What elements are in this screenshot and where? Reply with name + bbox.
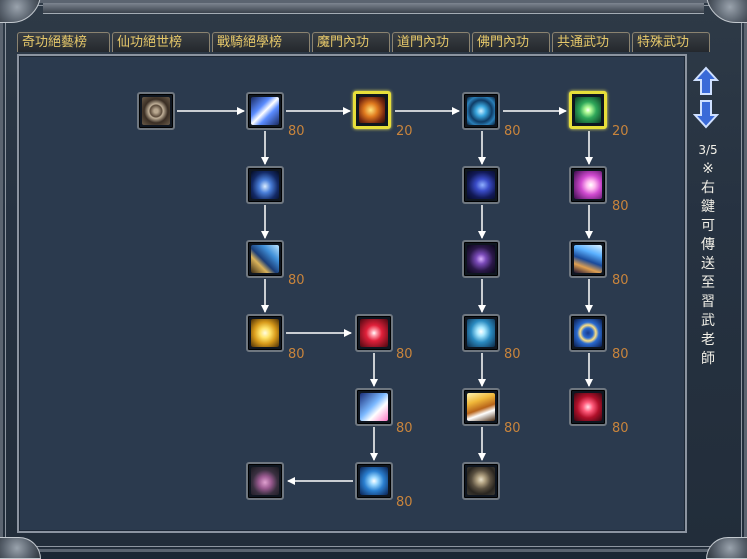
skill-level: 20 <box>396 124 413 139</box>
skill-level: 80 <box>288 273 305 288</box>
tab-xiangong[interactable]: 仙功絕世榜 <box>112 32 210 52</box>
tab-fomen[interactable]: 佛門內功 <box>472 32 550 52</box>
skill-node[interactable] <box>462 92 500 130</box>
skill-node[interactable] <box>569 240 607 278</box>
pink-orb-icon <box>574 171 602 199</box>
purple-tentacle-icon <box>467 245 495 273</box>
lotus-icon <box>251 467 279 495</box>
red-shield-icon <box>574 393 602 421</box>
skill-node[interactable] <box>137 92 175 130</box>
skill-level: 20 <box>612 124 629 139</box>
skill-node[interactable] <box>246 462 284 500</box>
skill-node[interactable] <box>462 314 500 352</box>
skill-node[interactable] <box>246 240 284 278</box>
skill-level: 80 <box>396 347 413 362</box>
tab-bar: 奇功絕藝榜 仙功絕世榜 戰騎絕學榜 魔門內功 道門內功 佛門內功 共通武功 特殊… <box>17 32 710 54</box>
skill-node[interactable] <box>355 388 393 426</box>
frame-corner-ornament <box>0 537 41 559</box>
frame-top-bar <box>43 3 704 14</box>
skill-level: 80 <box>504 124 521 139</box>
skill-node[interactable] <box>355 314 393 352</box>
skill-node[interactable] <box>355 462 393 500</box>
tab-teshu[interactable]: 特殊武功 <box>632 32 710 52</box>
ice-crown-icon <box>467 319 495 347</box>
page-indicator: 3/5 <box>698 143 718 157</box>
skill-node[interactable] <box>462 388 500 426</box>
skill-node[interactable] <box>353 91 391 129</box>
gold-swirl-icon <box>359 97 385 123</box>
golden-cross-icon <box>251 319 279 347</box>
skill-level: 80 <box>504 421 521 436</box>
blue-vortex-icon <box>467 97 495 125</box>
teleport-hint: ※右鍵可傳送至習武老師 <box>701 161 715 367</box>
blue-hexagram-icon <box>360 467 388 495</box>
golden-wind-icon <box>467 393 495 421</box>
skill-level: 80 <box>288 124 305 139</box>
skill-node[interactable] <box>569 314 607 352</box>
frame-corner-ornament <box>706 0 747 23</box>
skill-node[interactable] <box>246 314 284 352</box>
comet-strike-icon <box>360 393 388 421</box>
blue-spikes-icon <box>251 171 279 199</box>
skill-node[interactable] <box>462 462 500 500</box>
skill-node[interactable] <box>246 92 284 130</box>
green-star-burst-icon <box>575 97 601 123</box>
skill-node[interactable] <box>246 166 284 204</box>
gold-ring-icon <box>574 319 602 347</box>
skill-level: 80 <box>396 495 413 510</box>
tab-daomen[interactable]: 道門內功 <box>392 32 470 52</box>
red-burst-icon <box>360 319 388 347</box>
skill-level: 80 <box>288 347 305 362</box>
tab-gongtong[interactable]: 共通武功 <box>552 32 630 52</box>
tab-zhanqi[interactable]: 戰騎絕學榜 <box>212 32 310 52</box>
skill-node[interactable] <box>569 388 607 426</box>
scroll-down-arrow-icon[interactable] <box>693 99 719 129</box>
gear-wheel-icon <box>142 97 170 125</box>
skill-node[interactable] <box>569 91 607 129</box>
frame-corner-ornament <box>706 537 747 559</box>
skill-level: 80 <box>396 421 413 436</box>
skill-node[interactable] <box>462 166 500 204</box>
scroll-up-arrow-icon[interactable] <box>693 66 719 96</box>
tab-momen[interactable]: 魔門內功 <box>312 32 390 52</box>
skill-level: 80 <box>612 421 629 436</box>
chain-strike-icon <box>251 245 279 273</box>
skill-level: 80 <box>612 273 629 288</box>
meditating-monk-icon <box>467 467 495 495</box>
tab-qigong[interactable]: 奇功絕藝榜 <box>17 32 110 52</box>
skill-level: 80 <box>504 347 521 362</box>
blue-slash-icon <box>251 97 279 125</box>
blue-tornado-icon <box>574 245 602 273</box>
skill-node[interactable] <box>569 166 607 204</box>
skill-node[interactable] <box>462 240 500 278</box>
frame-corner-ornament <box>0 0 41 23</box>
skill-level: 80 <box>612 347 629 362</box>
blue-wave-icon <box>467 171 495 199</box>
skill-level: 80 <box>612 199 629 214</box>
